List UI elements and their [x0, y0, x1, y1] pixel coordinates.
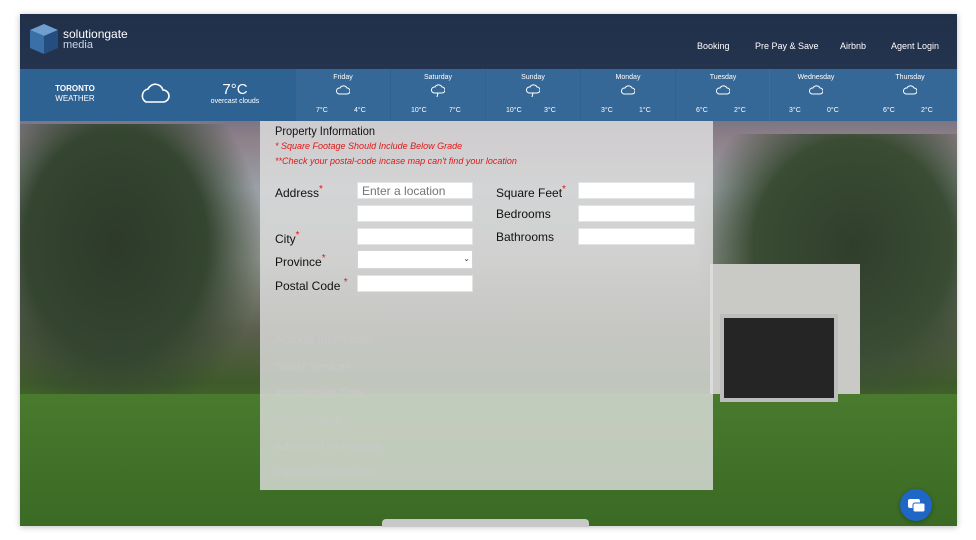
section-select-services[interactable]: Select Services	[275, 361, 351, 373]
forecast-day: Monday 3°C 1°C	[581, 69, 675, 121]
day-name: Saturday	[423, 74, 453, 81]
site-header: solutiongate media Booking Pre Pay & Sav…	[20, 14, 957, 69]
nav-airbnb[interactable]: Airbnb	[840, 41, 866, 51]
cloud-icon	[141, 83, 170, 103]
day-name: Wednesday	[797, 74, 835, 81]
nav-agent-login[interactable]: Agent Login	[891, 41, 939, 51]
day-high: 7°C	[316, 107, 328, 114]
city-input[interactable]	[357, 228, 473, 245]
weather-city: TORONTO WEATHER	[40, 84, 110, 104]
section-project-details[interactable]: Project Details	[275, 414, 346, 426]
day-high: 10°C	[411, 107, 427, 114]
city-label-text: City	[275, 232, 296, 246]
postal-note: **Check your postal-code incase map can'…	[275, 156, 517, 166]
horizontal-scrollbar[interactable]	[382, 519, 589, 527]
day-high: 10°C	[506, 107, 522, 114]
chat-icon	[908, 499, 926, 513]
cloud-icon	[903, 85, 917, 95]
required-mark: *	[562, 184, 566, 195]
section-account-information[interactable]: Account Information	[275, 334, 373, 346]
weather-label: WEATHER	[55, 94, 95, 103]
day-low: 3°C	[544, 107, 556, 114]
day-low: 2°C	[734, 107, 746, 114]
nav-booking[interactable]: Booking	[697, 41, 730, 51]
province-label: Province*	[275, 253, 326, 269]
garage-door	[720, 314, 838, 402]
day-low: 4°C	[354, 107, 366, 114]
day-low: 0°C	[827, 107, 839, 114]
day-high: 6°C	[883, 107, 895, 114]
forecast-day: Sunday 10°C 3°C	[486, 69, 580, 121]
bathrooms-input[interactable]	[578, 228, 695, 245]
trees-left	[20, 124, 260, 424]
current-weather: 7°C overcast clouds	[200, 81, 270, 106]
section-appointment-time[interactable]: Appointment Time	[275, 387, 364, 399]
rain-cloud-icon	[431, 84, 445, 98]
weather-bar: TORONTO WEATHER 7°C overcast clouds Frid…	[20, 69, 957, 121]
address-input[interactable]	[357, 182, 473, 199]
nav-prepay[interactable]: Pre Pay & Save	[755, 41, 819, 51]
cloud-icon	[809, 85, 823, 95]
bathrooms-label: Bathrooms	[496, 230, 555, 244]
chevron-down-icon: ⌄	[463, 254, 470, 263]
logo-text[interactable]: solutiongate media	[63, 28, 128, 51]
province-label-text: Province	[275, 255, 322, 269]
bedrooms-input[interactable]	[578, 205, 695, 222]
required-mark: *	[295, 230, 300, 241]
day-high: 6°C	[696, 107, 708, 114]
day-name: Tuesday	[709, 74, 737, 81]
required-mark: *	[343, 277, 348, 288]
square-feet-input[interactable]	[578, 182, 695, 199]
sqft-note: * Square Footage Should Include Below Gr…	[275, 141, 463, 151]
day-high: 3°C	[789, 107, 801, 114]
section-payment-information[interactable]: Payment Information	[275, 467, 377, 479]
day-name: Thursday	[895, 74, 925, 81]
postal-code-label: Postal Code *	[275, 277, 348, 293]
cloud-icon	[716, 85, 730, 95]
weather-city-name: TORONTO	[55, 84, 95, 93]
day-name: Sunday	[521, 74, 545, 81]
current-temp: 7°C	[222, 81, 248, 98]
province-select[interactable]: ⌄	[357, 250, 473, 269]
square-feet-label: Square Feet*	[496, 184, 566, 200]
brand-sub: media	[63, 39, 93, 51]
day-high: 3°C	[601, 107, 613, 114]
cloud-icon	[336, 85, 350, 95]
day-low: 2°C	[921, 107, 933, 114]
chat-button[interactable]	[900, 489, 932, 521]
browser-viewport: solutiongate media Booking Pre Pay & Sav…	[20, 14, 957, 526]
forecast-day: Thursday 6°C 2°C	[863, 69, 957, 121]
day-low: 1°C	[639, 107, 651, 114]
day-name: Monday	[615, 74, 641, 81]
cloud-icon	[621, 85, 635, 95]
day-name: Friday	[333, 74, 353, 81]
address-label: Address*	[275, 184, 323, 200]
forecast-day: Tuesday 6°C 2°C	[676, 69, 770, 121]
required-mark: *	[319, 184, 323, 195]
current-desc: overcast clouds	[210, 98, 260, 105]
sqft-label-text: Square Feet	[496, 186, 563, 200]
required-mark: *	[321, 253, 326, 264]
section-additional-information[interactable]: Additional Information	[275, 441, 381, 453]
day-low: 7°C	[449, 107, 461, 114]
bedrooms-label: Bedrooms	[496, 207, 551, 221]
postal-code-input[interactable]	[357, 275, 473, 292]
booking-form-panel: Property Information * Square Footage Sh…	[260, 121, 713, 490]
rain-cloud-icon	[526, 84, 540, 98]
forecast-day: Saturday 10°C 7°C	[391, 69, 485, 121]
forecast-day: Wednesday 3°C 0°C	[769, 69, 863, 121]
address-line2-input[interactable]	[357, 205, 473, 222]
form-title: Property Information	[275, 124, 376, 138]
postal-label-text: Postal Code	[275, 279, 341, 293]
forecast-day: Friday 7°C 4°C	[296, 69, 390, 121]
logo-icon[interactable]	[26, 20, 62, 60]
address-label-text: Address	[275, 186, 320, 200]
city-label: City*	[275, 230, 300, 246]
